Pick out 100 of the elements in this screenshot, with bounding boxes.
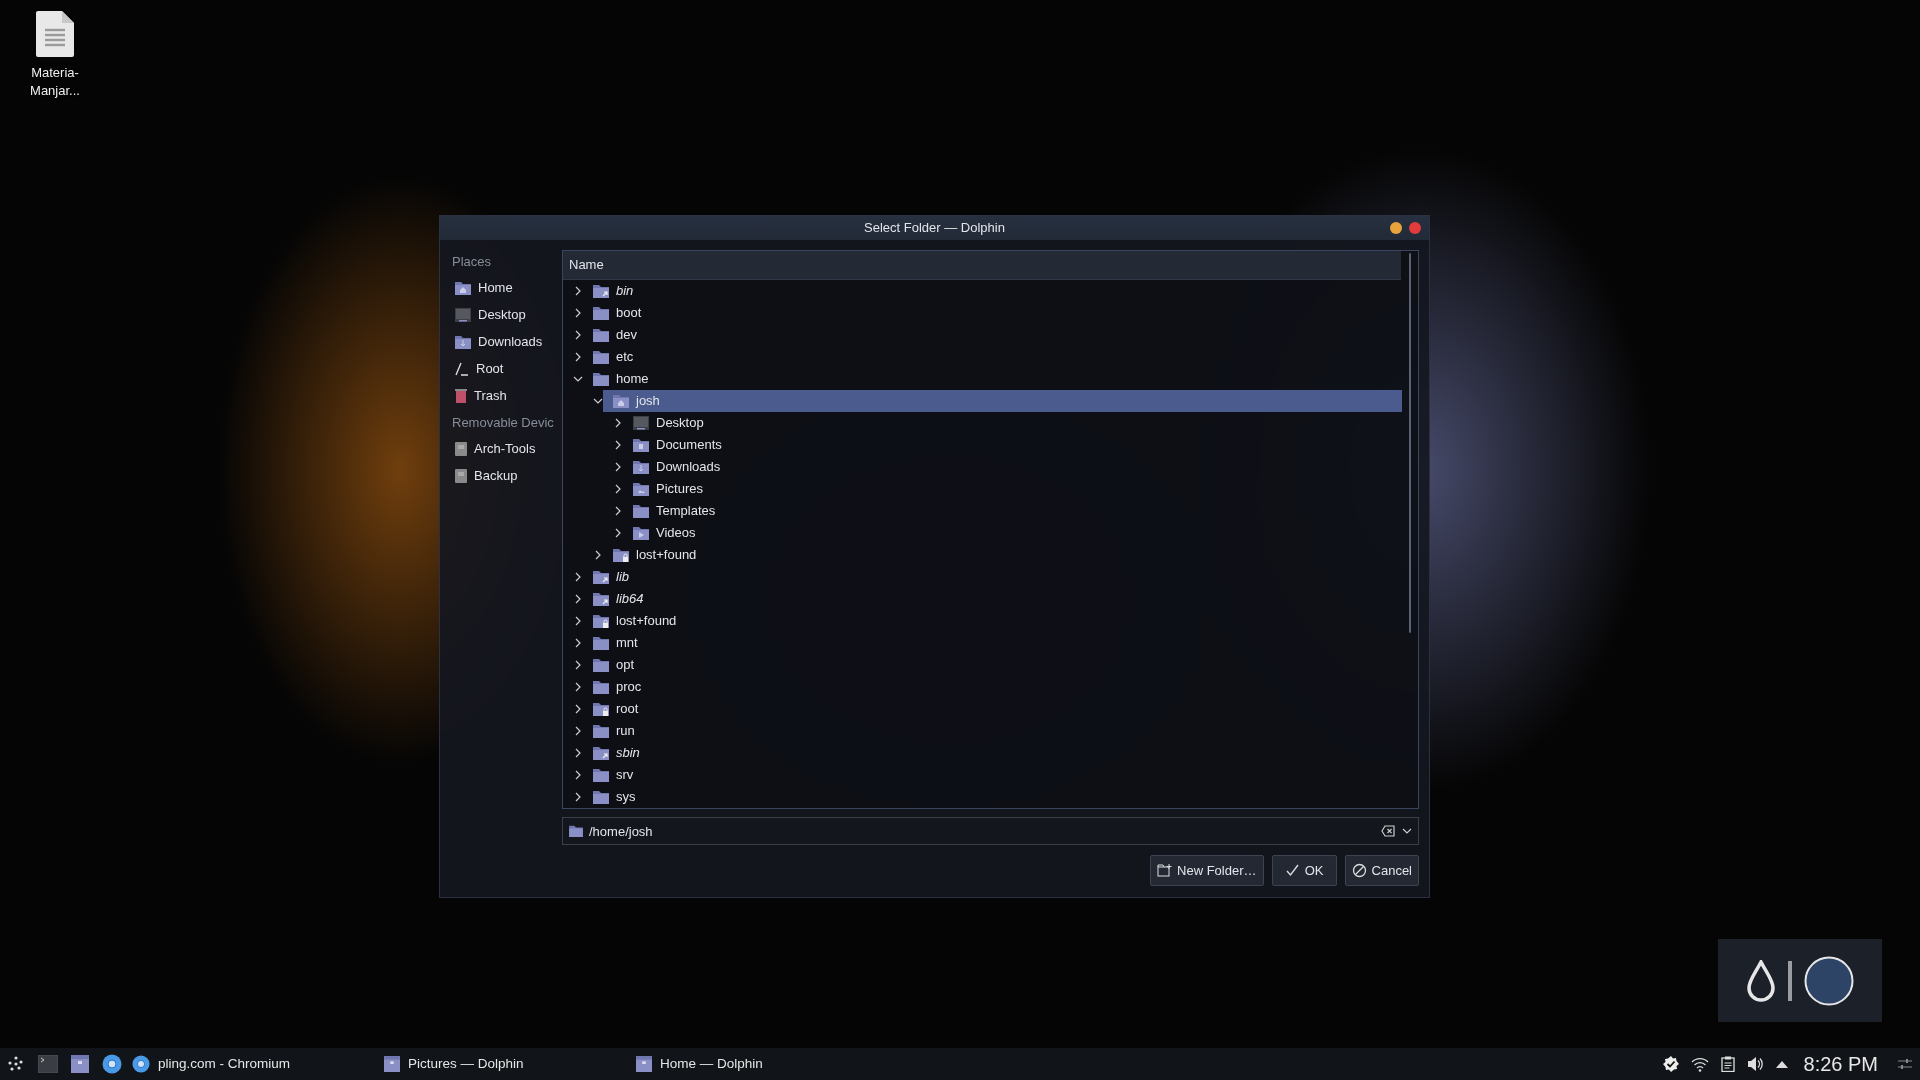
expander-icon[interactable] bbox=[573, 286, 583, 296]
speaker-icon[interactable] bbox=[1746, 1056, 1764, 1072]
minimize-button[interactable] bbox=[1390, 222, 1402, 234]
expander-icon[interactable] bbox=[613, 528, 623, 538]
tree-item[interactable]: Templates bbox=[623, 500, 1402, 522]
expander-icon[interactable] bbox=[613, 418, 623, 428]
scrollbar-thumb[interactable] bbox=[1409, 253, 1411, 633]
tree-item[interactable]: etc bbox=[583, 346, 1402, 368]
expand-tray-icon[interactable] bbox=[1775, 1060, 1788, 1068]
tree-item[interactable]: run bbox=[583, 720, 1402, 742]
expander-icon[interactable] bbox=[573, 308, 583, 318]
places-item[interactable]: Backup bbox=[452, 462, 558, 489]
home-folder-icon bbox=[455, 280, 471, 295]
ok-button[interactable]: OK bbox=[1271, 855, 1337, 886]
expander-icon[interactable] bbox=[593, 550, 603, 560]
tree-item[interactable]: lost+found bbox=[583, 610, 1402, 632]
clipboard-icon[interactable] bbox=[1720, 1056, 1735, 1072]
task-button[interactable]: pling.com - Chromium bbox=[128, 1048, 380, 1080]
expander-icon[interactable] bbox=[573, 352, 583, 362]
tree-item[interactable]: opt bbox=[583, 654, 1402, 676]
tree-item[interactable]: Pictures bbox=[623, 478, 1402, 500]
document-icon[interactable] bbox=[35, 10, 75, 58]
tree-item[interactable]: josh bbox=[603, 390, 1402, 412]
folder-icon bbox=[593, 350, 609, 364]
expander-icon[interactable] bbox=[573, 748, 583, 758]
expander-icon[interactable] bbox=[593, 396, 603, 406]
circle-icon[interactable] bbox=[1804, 955, 1854, 1006]
tree-item[interactable]: Downloads bbox=[623, 456, 1402, 478]
sliders-icon[interactable] bbox=[1898, 1058, 1912, 1070]
file-name[interactable]: Materia-Manjar... bbox=[15, 64, 95, 100]
expander-icon[interactable] bbox=[573, 594, 583, 604]
expander-icon[interactable] bbox=[573, 374, 583, 384]
wifi-icon[interactable] bbox=[1690, 1056, 1709, 1072]
tree-item[interactable]: boot bbox=[583, 302, 1402, 324]
expander-icon[interactable] bbox=[573, 704, 583, 714]
drive-icon bbox=[455, 468, 467, 483]
tree-item[interactable]: Documents bbox=[623, 434, 1402, 456]
folder-icon bbox=[593, 328, 609, 342]
new-folder-button[interactable]: New Folder… bbox=[1150, 855, 1264, 886]
close-button[interactable] bbox=[1409, 222, 1421, 234]
folder-icon bbox=[593, 658, 609, 672]
tree-item[interactable]: root bbox=[583, 698, 1402, 720]
folder-icon bbox=[593, 768, 609, 782]
task-button[interactable]: Home — Dolphin bbox=[632, 1048, 884, 1080]
expander-icon[interactable] bbox=[613, 506, 623, 516]
clock[interactable]: 8:26 PM bbox=[1803, 1049, 1878, 1079]
expander-icon[interactable] bbox=[613, 440, 623, 450]
drive-icon bbox=[455, 441, 467, 456]
places-item[interactable]: Home bbox=[452, 274, 558, 301]
globe-icon bbox=[132, 1055, 150, 1073]
tree-item[interactable]: sys bbox=[583, 786, 1402, 808]
places-item[interactable]: Trash bbox=[452, 382, 558, 409]
tree-item[interactable]: bin bbox=[583, 280, 1402, 302]
task-button[interactable]: Pictures — Dolphin bbox=[380, 1048, 632, 1080]
expander-icon[interactable] bbox=[573, 726, 583, 736]
tree-item[interactable]: sbin bbox=[583, 742, 1402, 764]
home-folder-icon bbox=[613, 394, 629, 408]
folder-icon bbox=[593, 790, 609, 804]
places-item[interactable]: Arch-Tools bbox=[452, 435, 558, 462]
expander-icon[interactable] bbox=[573, 770, 583, 780]
new-folder-icon bbox=[1157, 863, 1173, 878]
dropdown-caret-icon[interactable] bbox=[1402, 828, 1412, 834]
tree-item[interactable]: lib64 bbox=[583, 588, 1402, 610]
separator-bar bbox=[1788, 960, 1792, 1001]
expander-icon[interactable] bbox=[573, 660, 583, 670]
tree-item[interactable]: proc bbox=[583, 676, 1402, 698]
expander-icon[interactable] bbox=[613, 484, 623, 494]
update-badge-icon[interactable] bbox=[1662, 1056, 1679, 1072]
tree-item[interactable]: srv bbox=[583, 764, 1402, 786]
places-item[interactable]: Downloads bbox=[452, 328, 558, 355]
tree-item[interactable]: home bbox=[583, 368, 1402, 390]
expander-icon[interactable] bbox=[573, 330, 583, 340]
expander-icon[interactable] bbox=[573, 638, 583, 648]
column-header[interactable]: Name bbox=[563, 251, 1401, 280]
path-field[interactable]: /home/josh bbox=[562, 817, 1419, 845]
expander-icon[interactable] bbox=[573, 616, 583, 626]
expander-icon[interactable] bbox=[613, 462, 623, 472]
slash-icon bbox=[455, 361, 469, 376]
pictures-folder-icon bbox=[633, 482, 649, 496]
videos-folder-icon bbox=[633, 526, 649, 540]
places-item[interactable]: Desktop bbox=[452, 301, 558, 328]
tree-item[interactable]: mnt bbox=[583, 632, 1402, 654]
tree-item[interactable]: lib bbox=[583, 566, 1402, 588]
globe-icon bbox=[102, 1054, 122, 1074]
expander-icon[interactable] bbox=[573, 572, 583, 582]
tree-item[interactable]: dev bbox=[583, 324, 1402, 346]
expander-icon[interactable] bbox=[573, 682, 583, 692]
folder-icon bbox=[593, 680, 609, 694]
clear-icon[interactable] bbox=[1381, 825, 1395, 837]
places-item[interactable]: Root bbox=[452, 355, 558, 382]
tree-item[interactable]: Videos bbox=[623, 522, 1402, 544]
dots-icon bbox=[8, 1056, 24, 1072]
drop-icon[interactable] bbox=[1746, 959, 1776, 1002]
folder-icon bbox=[593, 306, 609, 320]
cancel-button[interactable]: Cancel bbox=[1344, 855, 1419, 886]
expander-icon[interactable] bbox=[573, 792, 583, 802]
tree-item[interactable]: Desktop bbox=[623, 412, 1402, 434]
folder-icon bbox=[593, 724, 609, 738]
cancel-icon bbox=[1351, 863, 1367, 878]
tree-item[interactable]: lost+found bbox=[603, 544, 1402, 566]
